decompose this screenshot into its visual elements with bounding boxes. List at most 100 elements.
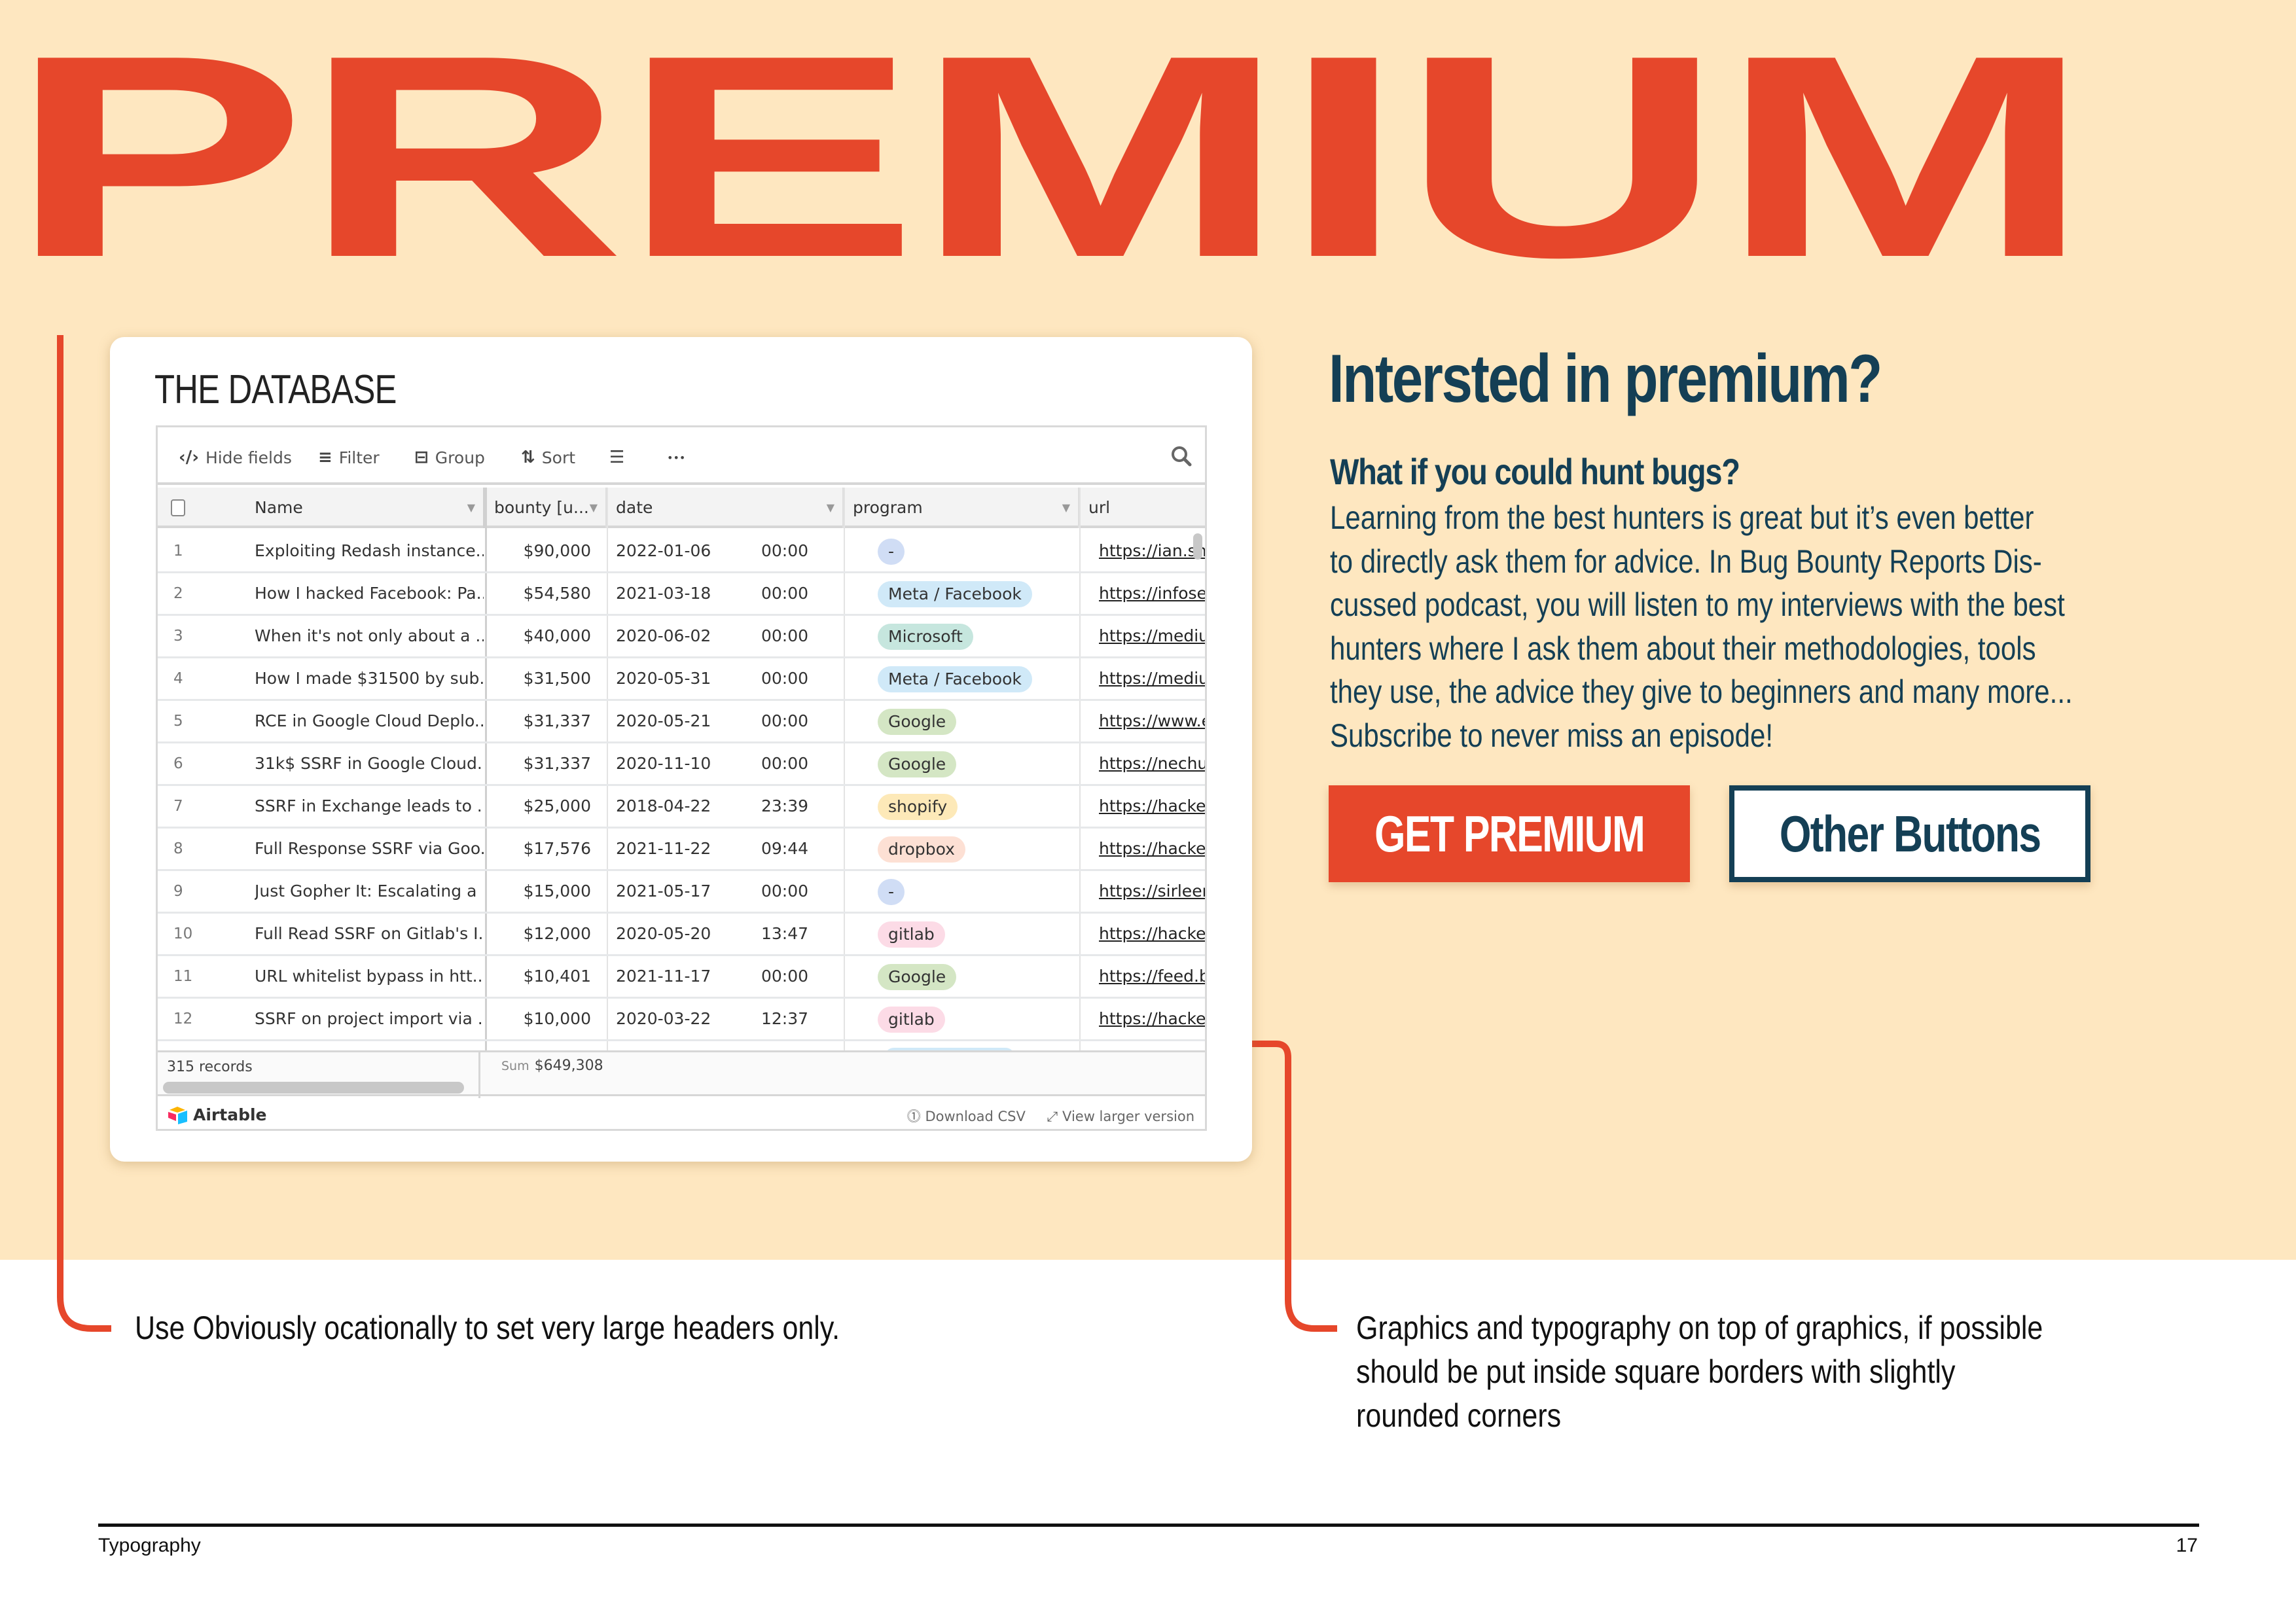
- table-row[interactable]: 8 Full Response SSRF via Goo... $17,576 202…: [158, 829, 1205, 871]
- cell-date: 2018-04-22: [616, 796, 711, 815]
- sort-label: Sort: [541, 448, 576, 467]
- sort-button[interactable]: ⇅ Sort: [521, 446, 575, 469]
- cell-url-link[interactable]: https://feed.bu: [1099, 956, 1205, 997]
- cell-url-link[interactable]: https://hacker: [1099, 829, 1205, 869]
- filter-icon: ≡: [318, 448, 332, 467]
- row-number: 10: [173, 925, 193, 942]
- table-row[interactable]: 2 How I hacked Facebook: Pa... $54,580 2021…: [158, 573, 1205, 616]
- other-buttons-button[interactable]: Other Buttons: [1729, 785, 2090, 882]
- column-bounty-label: bounty [u...: [494, 498, 589, 517]
- table-row[interactable]: 11 URL whitelist bypass in htt... $10,401 2…: [158, 956, 1205, 999]
- table-row[interactable]: 1 Exploiting Redash instance... $90,000 202…: [158, 531, 1205, 573]
- cell-bounty: $12,000: [523, 924, 591, 943]
- cell-time: 00:00: [761, 626, 809, 645]
- footer-section-name: Typography: [98, 1535, 201, 1556]
- cell-program: dropbox: [878, 829, 1094, 869]
- cell-time: 00:00: [761, 584, 809, 603]
- group-button[interactable]: ⊟ Group: [414, 446, 485, 469]
- other-buttons-label: Other Buttons: [1779, 804, 2041, 863]
- cell-date: 2021-03-18: [616, 584, 711, 603]
- column-header-name[interactable]: Name ▼: [245, 488, 485, 528]
- get-premium-button[interactable]: GET PREMIUM: [1329, 785, 1690, 882]
- column-header-bounty[interactable]: bounty [u... ▼: [485, 488, 607, 528]
- footer-page-number: 17: [2176, 1535, 2198, 1556]
- cell-url-link[interactable]: https://hacker: [1099, 786, 1205, 827]
- cell-url-link[interactable]: https://ian.sh/: [1099, 531, 1205, 571]
- cell-date: 2020-05-31: [616, 669, 711, 688]
- table-row[interactable]: 3 When it's not only about a ... $40,000 20…: [158, 616, 1205, 658]
- table-row[interactable]: 7 SSRF in Exchange leads to ... $25,000 201…: [158, 786, 1205, 829]
- table-row[interactable]: 12 SSRF on project import via ... $10,000 2…: [158, 999, 1205, 1041]
- hide-fields-icon: ‹/›: [179, 448, 199, 467]
- cell-program: shopify: [878, 786, 1094, 827]
- cell-program: Google: [878, 701, 1094, 741]
- footer-rule: [98, 1524, 2199, 1527]
- download-csv-link[interactable]: ⓵ Download CSV: [907, 1109, 1026, 1124]
- column-header-date[interactable]: date ▼: [607, 488, 844, 528]
- cell-url-link[interactable]: https://hacker: [1099, 999, 1205, 1039]
- row-number: 4: [173, 670, 183, 687]
- cell-name: Full Response SSRF via Goo...: [255, 839, 484, 858]
- view-larger-link[interactable]: ⤢ View larger version: [1047, 1109, 1194, 1124]
- select-all-checkbox[interactable]: [171, 499, 185, 516]
- table-row[interactable]: 6 31k$ SSRF in Google Cloud... $31,337 2020…: [158, 743, 1205, 786]
- program-tag: -: [878, 539, 905, 565]
- cell-url-link[interactable]: https://www.e:: [1099, 701, 1205, 741]
- column-program-label: program: [853, 498, 923, 517]
- cell-time: 09:44: [761, 839, 809, 858]
- vertical-scrollbar[interactable]: [1193, 533, 1202, 560]
- table-row[interactable]: 4 How I made $31500 by sub... $31,500 2020-…: [158, 658, 1205, 701]
- cell-url-link[interactable]: https://mediur: [1099, 658, 1205, 699]
- table-row[interactable]: 10 Full Read SSRF on Gitlab's I... $12,000…: [158, 914, 1205, 956]
- cell-url-link[interactable]: https://infosec: [1099, 573, 1205, 614]
- column-header-program[interactable]: program ▼: [844, 488, 1079, 528]
- cell-time: 23:39: [761, 796, 809, 815]
- program-tag: -: [878, 879, 905, 905]
- horizontal-scrollbar[interactable]: [163, 1082, 464, 1094]
- cell-url-link[interactable]: https://hacker: [1099, 914, 1205, 954]
- chevron-down-icon: ▼: [589, 501, 598, 514]
- view-larger-label: View larger version: [1062, 1109, 1194, 1124]
- cell-bounty: $10,000: [523, 1009, 591, 1028]
- table-row[interactable]: 9 Just Gopher It: Escalating a ... $15,000…: [158, 871, 1205, 914]
- filter-button[interactable]: ≡ Filter: [318, 446, 380, 469]
- airtable-logo-icon: [168, 1107, 187, 1124]
- cell-url-link[interactable]: https://nechuc: [1099, 743, 1205, 784]
- more-options-button[interactable]: •••: [667, 446, 685, 469]
- cell-time: 00:00: [761, 541, 809, 560]
- cell-bounty: $10,401: [523, 967, 591, 986]
- body-line: cussed podcast, you will listen to my in…: [1330, 586, 2065, 623]
- table-header: Name ▼ bounty [u... ▼ date ▼ program ▼ url: [158, 488, 1205, 528]
- column-date-label: date: [616, 498, 653, 517]
- body-line: Learning from the best hunters is great …: [1330, 499, 2034, 536]
- cell-name: How I made $31500 by sub...: [255, 669, 484, 688]
- program-tag: Microsoft: [878, 624, 973, 650]
- search-icon[interactable]: [1170, 444, 1193, 468]
- cell-time: 00:00: [761, 882, 809, 901]
- cell-date: 2020-06-02: [616, 626, 711, 645]
- table-row[interactable]: 5 RCE in Google Cloud Deplo... $31,337 2020…: [158, 701, 1205, 743]
- hide-fields-button[interactable]: ‹/› Hide fields: [179, 446, 292, 469]
- column-header-url[interactable]: url: [1079, 488, 1205, 528]
- column-url-label: url: [1088, 498, 1111, 517]
- program-tag: shopify: [878, 794, 958, 820]
- chevron-down-icon: ▼: [467, 501, 475, 514]
- program-tag: Google: [878, 964, 957, 990]
- airtable-brand[interactable]: Airtable: [167, 1103, 267, 1126]
- cell-bounty: $31,337: [523, 754, 591, 773]
- body-line: they use, the advice they give to beginn…: [1330, 673, 2073, 710]
- row-number: 12: [173, 1010, 193, 1027]
- program-tag: Meta / Facebook: [878, 666, 1032, 692]
- cell-date: 2020-11-10: [616, 754, 711, 773]
- cell-time: 00:00: [761, 669, 809, 688]
- cell-time: 00:00: [761, 967, 809, 986]
- row-height-button[interactable]: ☰: [609, 446, 631, 469]
- cell-url-link[interactable]: https://mediur: [1099, 616, 1205, 656]
- cell-date: 2021-11-17: [616, 967, 711, 986]
- cell-program: -: [878, 531, 1094, 571]
- caption-line: rounded corners: [1356, 1397, 1562, 1434]
- cell-date: 2020-05-20: [616, 924, 711, 943]
- caption-line: should be put inside square borders with…: [1356, 1353, 1956, 1390]
- cell-url-link[interactable]: https://sirleerc: [1099, 871, 1205, 912]
- embed-actions: ⓵ Download CSV ⤢ View larger version: [890, 1106, 1194, 1126]
